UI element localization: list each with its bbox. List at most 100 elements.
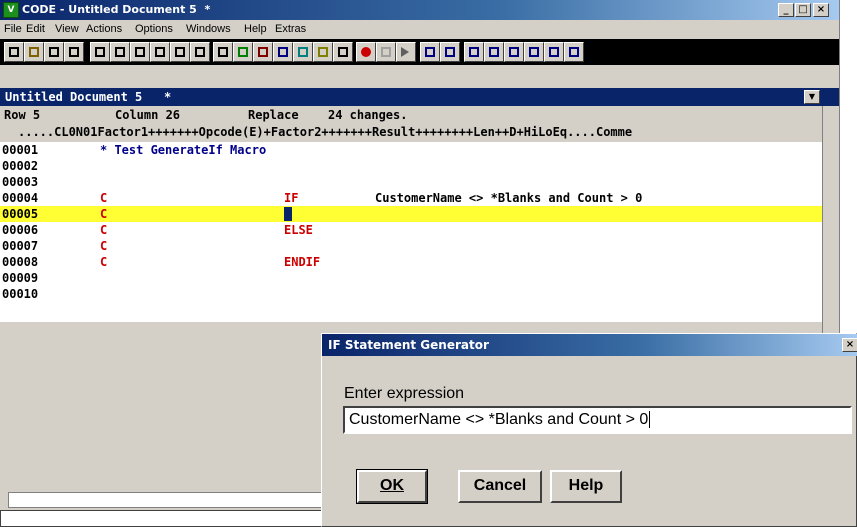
source-line[interactable]: 00004 C IF CustomerName <> *Blanks and Coun… [0, 190, 822, 206]
dialog-title: IF Statement Generator [328, 338, 489, 352]
record-icon[interactable] [356, 42, 376, 62]
app-icon[interactable]: V [3, 2, 19, 18]
info-icon[interactable] [564, 42, 584, 62]
menu-help[interactable]: Help [244, 23, 267, 35]
run-icon-glyph [338, 47, 348, 57]
window-icon-glyph [549, 47, 559, 57]
dialog-title-bar[interactable]: IF Statement Generator [322, 334, 857, 356]
menu-options[interactable]: Options [135, 23, 173, 35]
cancel-button[interactable]: Cancel [458, 470, 542, 503]
line-number: 00001 [2, 143, 39, 157]
close-icon[interactable]: × [842, 338, 857, 352]
ok-button[interactable]: OK [356, 469, 428, 504]
menu-view[interactable]: View [55, 23, 79, 35]
cut-icon-glyph [135, 47, 145, 57]
paste-icon[interactable] [170, 42, 190, 62]
tools-icon[interactable] [313, 42, 333, 62]
cut-icon[interactable] [130, 42, 150, 62]
menu-edit[interactable]: Edit [26, 23, 45, 35]
line-number: 00010 [2, 287, 39, 301]
play-icon-glyph [401, 47, 409, 57]
menu-file[interactable]: File [4, 23, 22, 35]
compile-icon[interactable] [253, 42, 273, 62]
print-icon[interactable] [64, 42, 84, 62]
if-statement-dialog: IF Statement Generator × Enter expressio… [321, 333, 857, 527]
source-line[interactable]: 00005 C [0, 206, 822, 222]
spec-code: C [100, 223, 108, 237]
tools-icon-glyph [318, 47, 328, 57]
layout-icon-glyph [469, 47, 479, 57]
opcode: ELSE [284, 223, 313, 237]
save-icon-glyph [49, 47, 59, 57]
factor2: CustomerName <> *Blanks and Count > 0 [375, 191, 643, 205]
line-number: 00004 [2, 191, 39, 205]
line-comment: * Test GenerateIf Macro [100, 143, 267, 157]
grid-icon[interactable] [440, 42, 460, 62]
source-editor[interactable]: 00001 * Test GenerateIf Macro 00002 00003 00… [0, 142, 822, 322]
close-icon[interactable]: × [813, 3, 829, 17]
debug-icon[interactable] [293, 42, 313, 62]
source-line[interactable]: 00010 [0, 286, 822, 302]
expression-value: CustomerName <> *Blanks and Count > 0 [349, 411, 649, 428]
source-line[interactable]: 00002 [0, 158, 822, 174]
document-title-bar[interactable]: Untitled Document 5 * ▼ [0, 88, 839, 106]
document-title: Untitled Document 5 * [5, 90, 172, 104]
menu-actions[interactable]: Actions [86, 23, 122, 35]
stop-icon[interactable] [376, 42, 396, 62]
toggle-icon[interactable] [484, 42, 504, 62]
ruler-text: .....CL0N01Factor1+++++++Opcode(E)+Facto… [18, 125, 633, 139]
source-line[interactable]: 00009 [0, 270, 822, 286]
maximize-icon[interactable]: □ [795, 3, 811, 17]
new-file-icon-glyph [9, 47, 19, 57]
print-icon-glyph [69, 47, 79, 57]
designer-icon[interactable] [420, 42, 440, 62]
opcode: IF [284, 191, 299, 205]
source-line[interactable]: 00008 C ENDIF [0, 254, 822, 270]
menu-extras[interactable]: Extras [275, 23, 306, 35]
play-icon[interactable] [396, 42, 416, 62]
redo-icon[interactable] [110, 42, 130, 62]
line-number: 00002 [2, 159, 39, 173]
run-icon[interactable] [333, 42, 353, 62]
find-icon[interactable] [213, 42, 233, 62]
title-bar[interactable]: V CODE - Untitled Document 5 * _ □ × [0, 0, 839, 20]
cursor-icon[interactable] [190, 42, 210, 62]
ok-button-label: OK [380, 477, 404, 494]
redo-icon-glyph [115, 47, 125, 57]
chevron-down-icon[interactable]: ▼ [804, 90, 820, 104]
paste-icon-glyph [175, 47, 185, 57]
undo-icon-glyph [95, 47, 105, 57]
menu-bar: File Edit View Actions Options Windows H… [0, 21, 839, 39]
source-line[interactable]: 00006 C ELSE [0, 222, 822, 238]
window-icon[interactable] [544, 42, 564, 62]
spec-code: C [100, 207, 108, 221]
row-indicator: Row 5 [4, 108, 41, 122]
new-file-icon[interactable] [4, 42, 24, 62]
save-icon[interactable] [44, 42, 64, 62]
build-icon[interactable] [273, 42, 293, 62]
source-line[interactable]: 00003 [0, 174, 822, 190]
text-cursor [284, 207, 292, 221]
forward-icon[interactable] [524, 42, 544, 62]
back-icon[interactable] [504, 42, 524, 62]
toggle-icon-glyph [489, 47, 499, 57]
line-number: 00009 [2, 271, 39, 285]
menu-windows[interactable]: Windows [186, 23, 231, 35]
verify-icon[interactable] [233, 42, 253, 62]
help-button[interactable]: Help [550, 470, 622, 503]
expression-input[interactable]: CustomerName <> *Blanks and Count > 0 [343, 406, 852, 434]
source-line[interactable]: 00007 C [0, 238, 822, 254]
opcode: ENDIF [284, 255, 321, 269]
layout-icon[interactable] [464, 42, 484, 62]
spec-code: C [100, 191, 108, 205]
back-icon-glyph [509, 47, 519, 57]
build-icon-glyph [278, 47, 288, 57]
designer-icon-glyph [425, 47, 435, 57]
undo-icon[interactable] [90, 42, 110, 62]
minimize-icon[interactable]: _ [778, 3, 794, 17]
line-number: 00003 [2, 175, 39, 189]
open-file-icon[interactable] [24, 42, 44, 62]
copy-icon[interactable] [150, 42, 170, 62]
cursor-icon-glyph [195, 47, 205, 57]
source-line[interactable]: 00001 * Test GenerateIf Macro [0, 142, 822, 158]
